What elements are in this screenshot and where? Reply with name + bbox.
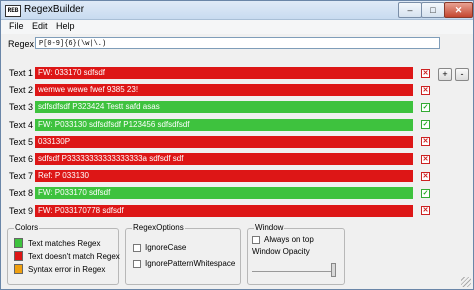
regex-input[interactable]: P[0-9]{6}(\w|\.) xyxy=(35,37,440,49)
main-window: REB RegexBuilder – □ ✕ File Edit Help Re… xyxy=(0,0,474,290)
text-input[interactable]: 033130P xyxy=(35,135,413,148)
ignore-pattern-whitespace-label[interactable]: IgnorePatternWhitespace xyxy=(145,259,235,268)
window-title: RegexBuilder xyxy=(24,4,85,15)
legend-no-match: Text doesn't match Regex xyxy=(28,252,120,261)
syntax-error-color-swatch xyxy=(14,264,23,274)
text-input[interactable]: sdfsdf P33333333333333333a sdfsdf sdf xyxy=(35,153,413,165)
no-match-color-swatch xyxy=(14,251,23,261)
row-label: Text 6 xyxy=(9,154,34,164)
legend-match: Text matches Regex xyxy=(28,239,101,248)
text-input[interactable]: FW: P033170 sdfsdf xyxy=(35,187,413,200)
opacity-slider-track[interactable] xyxy=(252,271,336,272)
row-label: Text 8 xyxy=(9,188,34,199)
always-on-top-label[interactable]: Always on top xyxy=(264,235,314,244)
text-input[interactable]: Ref: P 033130 xyxy=(35,170,413,183)
close-button[interactable]: ✕ xyxy=(444,2,473,18)
delete-icon[interactable]: ✕ xyxy=(421,154,430,164)
text-input[interactable]: wemwe wewe fwef 9385 23! xyxy=(35,84,413,97)
maximize-button[interactable]: □ xyxy=(421,2,445,18)
row-label: Text 2 xyxy=(9,85,34,96)
row-label: Text 3 xyxy=(9,102,34,113)
delete-icon[interactable]: ✕ xyxy=(421,85,430,95)
window-group: Window Always on top Window Opacity xyxy=(247,223,345,285)
always-on-top-checkbox[interactable] xyxy=(252,236,260,244)
delete-icon[interactable]: ✕ xyxy=(421,206,430,216)
row-label: Text 4 xyxy=(9,119,34,130)
title-bar[interactable]: REB RegexBuilder – □ ✕ xyxy=(1,1,473,20)
delete-icon[interactable]: ✕ xyxy=(421,137,430,147)
app-icon: REB xyxy=(5,5,21,17)
text-input[interactable]: FW: P033170778 sdfsdf xyxy=(35,204,413,217)
menu-file[interactable]: File xyxy=(9,21,24,31)
window-group-title: Window xyxy=(254,223,285,232)
ignore-pattern-whitespace-checkbox[interactable] xyxy=(133,260,141,268)
menu-edit[interactable]: Edit xyxy=(32,21,48,31)
delete-icon[interactable]: ✕ xyxy=(421,68,430,78)
resize-grip[interactable] xyxy=(461,277,471,287)
menu-bar: File Edit Help xyxy=(1,20,473,34)
remove-row-button[interactable]: - xyxy=(455,68,469,81)
regex-options-group: RegexOptions IgnoreCase IgnorePatternWhi… xyxy=(125,223,241,285)
row-label: Text 9 xyxy=(9,205,34,216)
legend-syntax-error: Syntax error in Regex xyxy=(28,265,106,274)
minimize-button[interactable]: – xyxy=(398,2,422,18)
text-input[interactable]: sdfsdfsdf P323424 Testt safd asas xyxy=(35,101,413,114)
check-icon[interactable]: ✓ xyxy=(421,120,430,130)
text-input[interactable]: FW: P033130 sdfsdfsdf P123456 sdfsdfsdf xyxy=(35,118,413,131)
check-icon[interactable]: ✓ xyxy=(421,188,430,198)
row-label: Text 1 xyxy=(9,68,34,78)
ignore-case-checkbox[interactable] xyxy=(133,244,141,252)
check-icon[interactable]: ✓ xyxy=(421,102,430,112)
regex-label: Regex xyxy=(8,39,35,49)
colors-group-title: Colors xyxy=(14,223,40,232)
row-label: Text 7 xyxy=(9,171,34,182)
delete-icon[interactable]: ✕ xyxy=(421,171,430,181)
row-label: Text 5 xyxy=(9,136,34,147)
colors-group: Colors Text matches Regex Text doesn't m… xyxy=(7,223,120,285)
text-input[interactable]: FW: 033170 sdfsdf xyxy=(35,67,413,79)
add-row-button[interactable]: + xyxy=(438,68,452,81)
ignore-case-label[interactable]: IgnoreCase xyxy=(145,243,186,252)
menu-help[interactable]: Help xyxy=(56,21,75,31)
regex-options-title: RegexOptions xyxy=(132,223,185,232)
match-color-swatch xyxy=(14,238,23,248)
opacity-slider-thumb[interactable] xyxy=(331,263,336,277)
opacity-label: Window Opacity xyxy=(252,247,310,256)
